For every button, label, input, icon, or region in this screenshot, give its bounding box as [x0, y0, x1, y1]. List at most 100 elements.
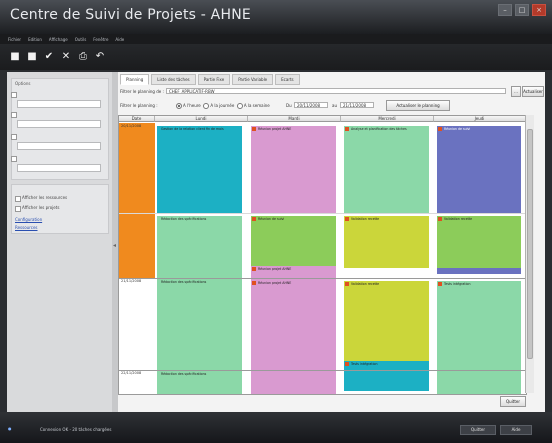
menu-item-aide[interactable]: Aide [115, 37, 124, 42]
configuration-link[interactable]: Configuration [15, 217, 42, 222]
event-label: Validation recette [351, 282, 380, 286]
event-marker [252, 127, 256, 131]
filter-check-3[interactable] [11, 134, 17, 140]
to-date-field[interactable]: 21/11/2008 [340, 102, 374, 108]
radio-week-label: A la semaine [243, 103, 270, 108]
menu-item-fenetre[interactable]: Fenêtre [93, 37, 108, 42]
check-icon[interactable]: ✔ [44, 52, 54, 62]
resources-link[interactable]: Ressources [15, 225, 38, 230]
delete-icon[interactable]: ✕ [61, 52, 71, 62]
document-icon[interactable]: ■ [27, 52, 37, 62]
event-marker [345, 217, 349, 221]
event-label: Rédaction des spécifications [161, 372, 207, 376]
event-marker [438, 217, 442, 221]
event-label: Réunion de suivi [258, 217, 285, 221]
planning-filter-label: Filtrer le planning de : [120, 89, 164, 94]
refresh-button[interactable]: Actualiser [522, 86, 544, 97]
maximize-button[interactable]: □ [515, 4, 529, 16]
filter-input-1[interactable] [17, 100, 101, 108]
event-block[interactable] [157, 126, 242, 213]
splitter-arrow-icon: ◂ [113, 242, 117, 249]
event-block[interactable] [251, 216, 336, 266]
menu-item-outils[interactable]: Outils [75, 37, 87, 42]
close-planning-button[interactable]: Quitter [500, 396, 526, 407]
print-icon[interactable]: ⎙ [78, 52, 88, 62]
show-projects-checkbox[interactable] [15, 206, 21, 212]
close-button[interactable]: × [532, 4, 546, 16]
second-filter-label: Filtrer le planning : [120, 103, 158, 108]
minimize-button[interactable]: – [498, 4, 512, 16]
event-block[interactable] [437, 216, 521, 268]
event-block[interactable] [251, 126, 336, 213]
tab-strip: Planning Liste des tâches Partie Fixe Pa… [120, 74, 300, 85]
column-header-thursday: Jeudi [434, 116, 526, 122]
tab-gaps[interactable]: Ecarts [275, 74, 300, 85]
event-marker [438, 127, 442, 131]
event-block[interactable] [437, 126, 521, 213]
planning-filter-field[interactable]: CHEF_APPLICATIF-RBW [166, 88, 506, 94]
menu-item-edition[interactable]: Edition [28, 37, 42, 42]
radio-day-label: A la journée [210, 103, 235, 108]
planning-grid: Date Lundi Mardi Mercredi Jeudi 20/11/20… [118, 115, 527, 395]
column-header-wednesday: Mercredi [341, 116, 434, 122]
lookup-button[interactable]: … [511, 86, 521, 97]
event-block[interactable] [344, 126, 429, 213]
tab-task-list[interactable]: Liste des tâches [151, 74, 196, 85]
status-bar: ● Connexion OK - 20 tâches chargées Quit… [0, 412, 552, 443]
filter-input-2[interactable] [17, 120, 101, 128]
event-marker [345, 362, 349, 366]
quit-button[interactable]: Quitter [460, 425, 496, 435]
event-label: Réunion projet AHNE [258, 267, 292, 271]
window-title: Centre de Suivi de Projets - AHNE [10, 7, 251, 23]
event-marker [438, 282, 442, 286]
row-divider [119, 213, 526, 214]
refresh-planning-button[interactable]: Actualiser le planning [386, 100, 450, 111]
event-label: Tests intégration [444, 282, 471, 286]
event-label: Rédaction des spécifications [161, 280, 207, 284]
event-block[interactable] [344, 281, 429, 361]
filter-check-1[interactable] [11, 92, 17, 98]
menu-item-fichier[interactable]: Fichier [8, 37, 21, 42]
event-label: Analyse et planification des tâches [351, 127, 407, 131]
event-block[interactable] [251, 266, 336, 394]
left-panel: Options Afficher les ressources Afficher… [7, 72, 113, 412]
tab-fixed-part[interactable]: Partie Fixe [197, 74, 231, 85]
tab-planning[interactable]: Planning [120, 74, 150, 85]
new-icon[interactable]: ■ [10, 52, 20, 62]
scroll-thumb[interactable] [527, 129, 533, 359]
event-label: Réunion projet AHNE [258, 127, 292, 131]
tab-variable-part[interactable]: Partie Variable [232, 74, 274, 85]
day-divider [119, 370, 526, 371]
windows-icon: ● [8, 426, 12, 431]
event-label: Gestion de la relation client fin de moi… [161, 127, 224, 131]
filter-input-3[interactable] [17, 142, 101, 150]
radio-hour[interactable] [176, 103, 182, 109]
show-resources-label: Afficher les ressources [22, 195, 68, 200]
show-resources-checkbox[interactable] [15, 196, 21, 202]
status-text: Connexion OK - 20 tâches chargées [40, 427, 112, 432]
radio-day[interactable] [203, 103, 210, 109]
day-header-3: 22/11/2008 [121, 371, 142, 375]
day-header-1: 20/11/2008 [121, 124, 142, 128]
vertical-scrollbar[interactable] [525, 115, 534, 393]
event-block[interactable] [344, 216, 429, 268]
toolbar: ■ ■ ✔ ✕ ⎙ ↶ [0, 44, 552, 70]
filter-check-4[interactable] [11, 156, 17, 162]
options-header: Options [15, 81, 31, 86]
radio-week[interactable] [236, 103, 243, 109]
event-marker [252, 267, 256, 271]
event-block[interactable] [157, 216, 242, 394]
column-header-tuesday: Mardi [248, 116, 341, 122]
menu-item-affichage[interactable]: Affichage [49, 37, 68, 42]
event-block[interactable] [437, 281, 521, 394]
filter-check-2[interactable] [11, 112, 17, 118]
filter-input-4[interactable] [17, 164, 101, 172]
back-icon[interactable]: ↶ [95, 52, 105, 62]
event-marker [252, 281, 256, 285]
event-block[interactable] [437, 268, 521, 274]
radio-group: A l'heure A la journée A la semaine [176, 103, 270, 109]
help-button[interactable]: Aide [500, 425, 532, 435]
radio-hour-label: A l'heure [183, 103, 201, 108]
from-date-field[interactable]: 20/11/2008 [294, 102, 328, 108]
column-header-date: Date [119, 116, 155, 122]
